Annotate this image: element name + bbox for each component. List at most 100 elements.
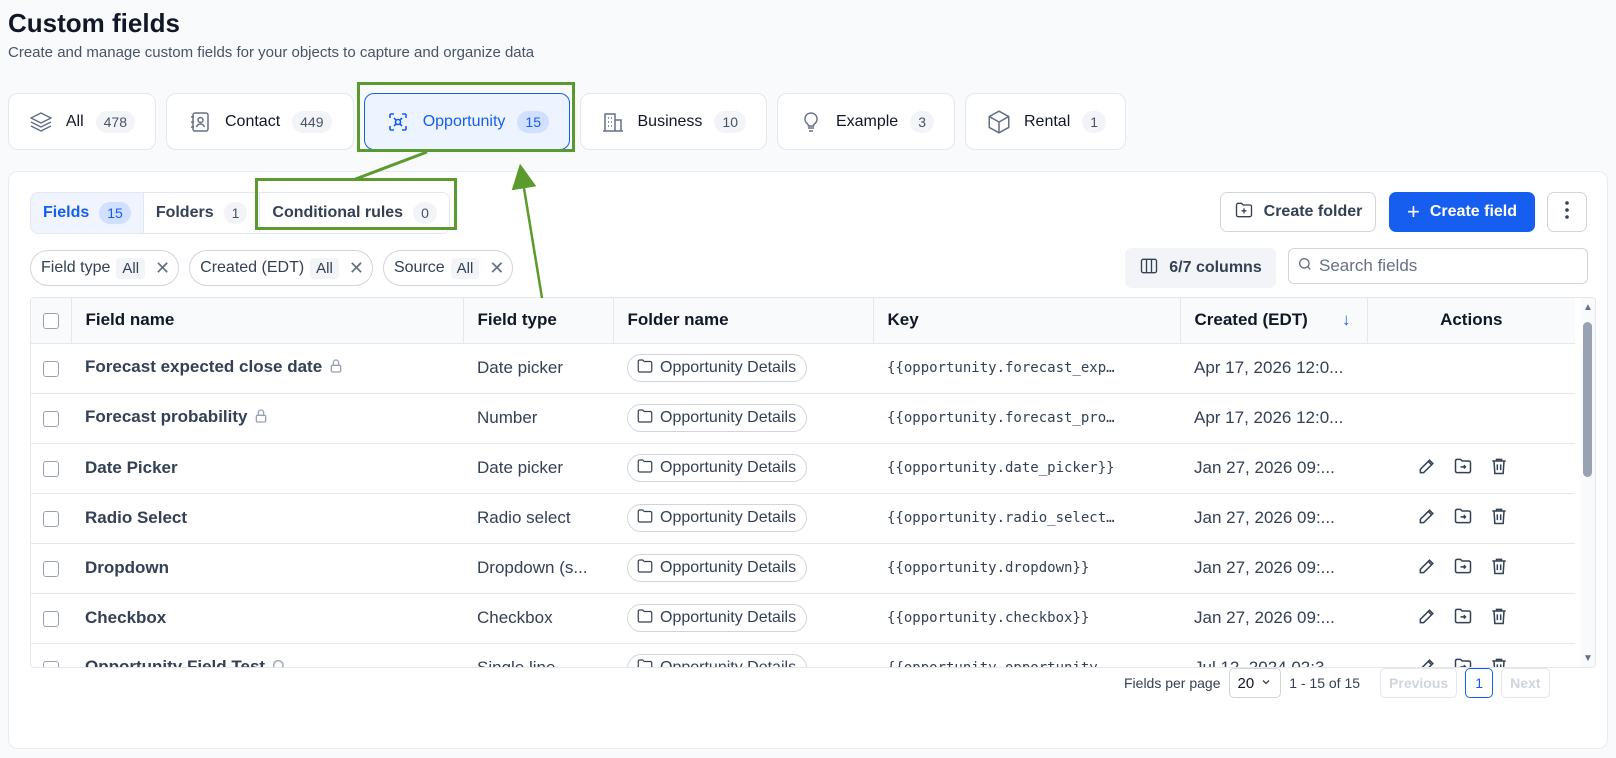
object-tab-label: Business bbox=[637, 112, 703, 130]
field-name[interactable]: Opportunity Field Test bbox=[85, 657, 265, 667]
table-row[interactable]: Dropdown Dropdown (s... Opportunity Detail… bbox=[31, 543, 1575, 594]
actions-cell bbox=[1367, 593, 1575, 644]
column-header-created[interactable]: Created (EDT) ↓ bbox=[1180, 298, 1368, 344]
table-row[interactable]: Radio Select Radio select Opportunity Deta… bbox=[31, 493, 1575, 544]
folder-chip[interactable]: Opportunity Details bbox=[627, 454, 808, 482]
object-tab-business[interactable]: Business 10 bbox=[580, 93, 767, 150]
field-name[interactable]: Dropdown bbox=[85, 558, 169, 577]
folder-chip[interactable]: Opportunity Details bbox=[627, 354, 808, 382]
previous-button[interactable]: Previous bbox=[1380, 668, 1458, 698]
fields-table: Field name Field type Folder name Key Cr… bbox=[30, 297, 1596, 668]
select-all-checkbox[interactable] bbox=[42, 312, 59, 329]
row-checkbox[interactable] bbox=[43, 560, 59, 577]
table-row[interactable]: Opportunity Field Test Single line Opportu… bbox=[31, 643, 1575, 667]
create-field-button[interactable]: + Create field bbox=[1389, 192, 1535, 232]
row-checkbox[interactable] bbox=[43, 510, 59, 527]
create-folder-button[interactable]: Create folder bbox=[1220, 192, 1376, 232]
row-checkbox[interactable] bbox=[43, 660, 59, 667]
row-checkbox[interactable] bbox=[43, 610, 59, 627]
tab-folders[interactable]: Folders 1 bbox=[143, 193, 261, 233]
field-name-cell[interactable]: Date Picker bbox=[71, 443, 463, 494]
folder-chip[interactable]: Opportunity Details bbox=[627, 604, 808, 632]
created-cell: Jan 27, 2026 09:... bbox=[1180, 443, 1367, 494]
trash-icon[interactable] bbox=[1489, 456, 1509, 481]
count-badge: 3 bbox=[910, 110, 934, 133]
search-input[interactable] bbox=[1319, 256, 1569, 276]
field-name[interactable]: Date Picker bbox=[85, 458, 178, 477]
edit-icon[interactable] bbox=[1417, 506, 1437, 531]
field-name-cell[interactable]: Dropdown bbox=[71, 543, 463, 594]
column-header-label: Created (EDT) bbox=[1194, 310, 1308, 330]
field-name-cell[interactable]: Radio Select bbox=[71, 493, 463, 544]
move-to-folder-icon[interactable] bbox=[1453, 656, 1473, 667]
tab-conditional-rules[interactable]: Conditional rules 0 bbox=[260, 193, 449, 233]
scroll-down-icon[interactable]: ▼ bbox=[1583, 654, 1593, 664]
trash-icon[interactable] bbox=[1489, 556, 1509, 581]
move-to-folder-icon[interactable] bbox=[1453, 506, 1473, 531]
row-checkbox[interactable] bbox=[43, 360, 59, 377]
field-name[interactable]: Forecast probability bbox=[85, 407, 247, 426]
table-row[interactable]: Date Picker Date picker Opportunity Detail… bbox=[31, 443, 1575, 494]
move-to-folder-icon[interactable] bbox=[1453, 456, 1473, 481]
close-icon[interactable]: ✕ bbox=[489, 258, 504, 279]
next-button[interactable]: Next bbox=[1501, 668, 1550, 698]
more-options-button[interactable] bbox=[1547, 192, 1587, 232]
filter-source[interactable]: Source All ✕ bbox=[382, 250, 514, 286]
table-scrollbar[interactable]: ▲ ▼ bbox=[1581, 298, 1595, 667]
object-tab-opportunity[interactable]: Opportunity 15 bbox=[364, 93, 570, 150]
column-header-field-name[interactable]: Field name bbox=[71, 298, 464, 344]
table-row[interactable]: Checkbox Checkbox Opportunity Details {{opp… bbox=[31, 593, 1575, 644]
move-to-folder-icon[interactable] bbox=[1453, 556, 1473, 581]
scroll-thumb[interactable] bbox=[1583, 322, 1592, 477]
folder-label: Opportunity Details bbox=[660, 509, 797, 526]
per-page-select[interactable]: 20 bbox=[1228, 668, 1282, 698]
row-checkbox[interactable] bbox=[43, 410, 59, 427]
trash-icon[interactable] bbox=[1489, 606, 1509, 631]
filter-value: All bbox=[310, 257, 339, 279]
row-checkbox[interactable] bbox=[43, 460, 59, 477]
column-header-field-type[interactable]: Field type bbox=[463, 298, 614, 344]
close-icon[interactable]: ✕ bbox=[349, 258, 364, 279]
object-tab-all[interactable]: All 478 bbox=[8, 93, 156, 150]
edit-icon[interactable] bbox=[1417, 606, 1437, 631]
plus-icon: + bbox=[1407, 199, 1420, 224]
table-row[interactable]: Forecast probability Number Opportunity De… bbox=[31, 393, 1575, 444]
object-tab-contact[interactable]: Contact 449 bbox=[166, 93, 354, 150]
move-to-folder-icon[interactable] bbox=[1453, 606, 1473, 631]
filter-field-type[interactable]: Field type All ✕ bbox=[30, 250, 180, 286]
field-name[interactable]: Checkbox bbox=[85, 608, 166, 627]
folder-label: Opportunity Details bbox=[660, 459, 797, 476]
field-type-cell: Number bbox=[463, 393, 613, 444]
field-name-cell[interactable]: Forecast probability bbox=[71, 393, 463, 444]
trash-icon[interactable] bbox=[1489, 506, 1509, 531]
trash-icon[interactable] bbox=[1489, 656, 1509, 667]
table-row[interactable]: Forecast expected close date Date picker O… bbox=[31, 343, 1575, 394]
folder-chip[interactable]: Opportunity Details bbox=[627, 504, 808, 532]
tab-fields[interactable]: Fields 15 bbox=[31, 193, 144, 233]
column-header-key[interactable]: Key bbox=[873, 298, 1181, 344]
page-1-button[interactable]: 1 bbox=[1465, 668, 1494, 698]
field-name-cell[interactable]: Opportunity Field Test bbox=[71, 643, 463, 667]
pagination: Fields per page 20 1 - 15 of 15 Previous… bbox=[1124, 668, 1550, 698]
sort-down-icon[interactable]: ↓ bbox=[1342, 310, 1351, 330]
lightbulb-icon bbox=[798, 109, 824, 135]
field-name-cell[interactable]: Forecast expected close date bbox=[71, 343, 463, 394]
edit-icon[interactable] bbox=[1417, 456, 1437, 481]
field-name[interactable]: Radio Select bbox=[85, 508, 187, 527]
folder-chip[interactable]: Opportunity Details bbox=[627, 404, 808, 432]
filter-created[interactable]: Created (EDT) All ✕ bbox=[189, 250, 373, 286]
object-tab-example[interactable]: Example 3 bbox=[777, 93, 955, 150]
folder-chip[interactable]: Opportunity Details bbox=[627, 654, 808, 667]
close-icon[interactable]: ✕ bbox=[155, 258, 170, 279]
row-select-cell bbox=[31, 593, 71, 644]
column-header-folder-name[interactable]: Folder name bbox=[613, 298, 874, 344]
object-tab-rental[interactable]: Rental 1 bbox=[965, 93, 1126, 150]
scroll-up-icon[interactable]: ▲ bbox=[1583, 303, 1593, 313]
field-name[interactable]: Forecast expected close date bbox=[85, 357, 322, 376]
filter-label: Created (EDT) bbox=[200, 259, 305, 276]
edit-icon[interactable] bbox=[1417, 656, 1437, 667]
edit-icon[interactable] bbox=[1417, 556, 1437, 581]
columns-button[interactable]: 6/7 columns bbox=[1125, 248, 1276, 288]
folder-chip[interactable]: Opportunity Details bbox=[627, 554, 808, 582]
field-name-cell[interactable]: Checkbox bbox=[71, 593, 463, 644]
